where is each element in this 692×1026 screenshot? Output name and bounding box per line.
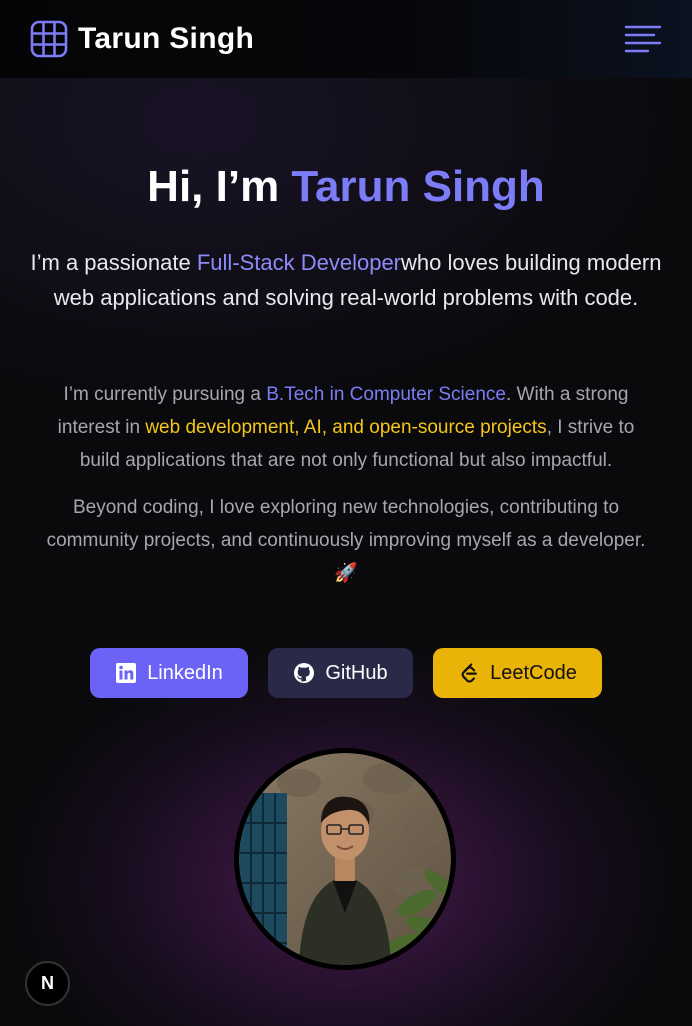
greeting-prefix: Hi, I’m <box>147 162 292 211</box>
linkedin-button[interactable]: LinkedIn <box>90 648 248 698</box>
github-button[interactable]: GitHub <box>268 648 413 698</box>
intro-prefix: I’m a passionate <box>30 250 197 275</box>
navbar: Tarun Singh <box>0 0 692 78</box>
leetcode-button[interactable]: LeetCode <box>433 648 602 698</box>
brand-name: Tarun Singh <box>78 22 255 55</box>
profile-photo-frame <box>234 748 456 970</box>
github-label: GitHub <box>325 661 388 684</box>
grid-icon <box>30 20 68 58</box>
leetcode-icon <box>461 663 478 683</box>
brand[interactable]: Tarun Singh <box>30 20 254 58</box>
degree-highlight: B.Tech in Computer Science <box>266 384 506 405</box>
page-title: Hi, I’m Tarun Singh <box>0 162 692 212</box>
hamburger-menu-icon[interactable] <box>624 24 662 54</box>
social-links: LinkedIn GitHub LeetCode <box>0 648 692 698</box>
linkedin-icon <box>116 663 137 683</box>
education-paragraph: I’m currently pursuing a B.Tech in Compu… <box>36 378 656 477</box>
profile-photo <box>239 753 451 965</box>
para1-prefix: I’m currently pursuing a <box>63 384 267 405</box>
about-paragraph: Beyond coding, I love exploring new tech… <box>46 497 646 584</box>
intro-text: I’m a passionate Full-Stack Developerwho… <box>30 245 662 315</box>
nextjs-dev-badge[interactable]: N <box>25 961 70 1006</box>
intro-highlight: Full-Stack Developer <box>196 250 401 275</box>
greeting-name: Tarun Singh <box>291 162 545 211</box>
github-icon <box>294 663 315 683</box>
leetcode-label: LeetCode <box>490 661 577 684</box>
linkedin-label: LinkedIn <box>147 661 223 684</box>
interests-highlight: web development, AI, and open-source pro… <box>145 417 547 438</box>
